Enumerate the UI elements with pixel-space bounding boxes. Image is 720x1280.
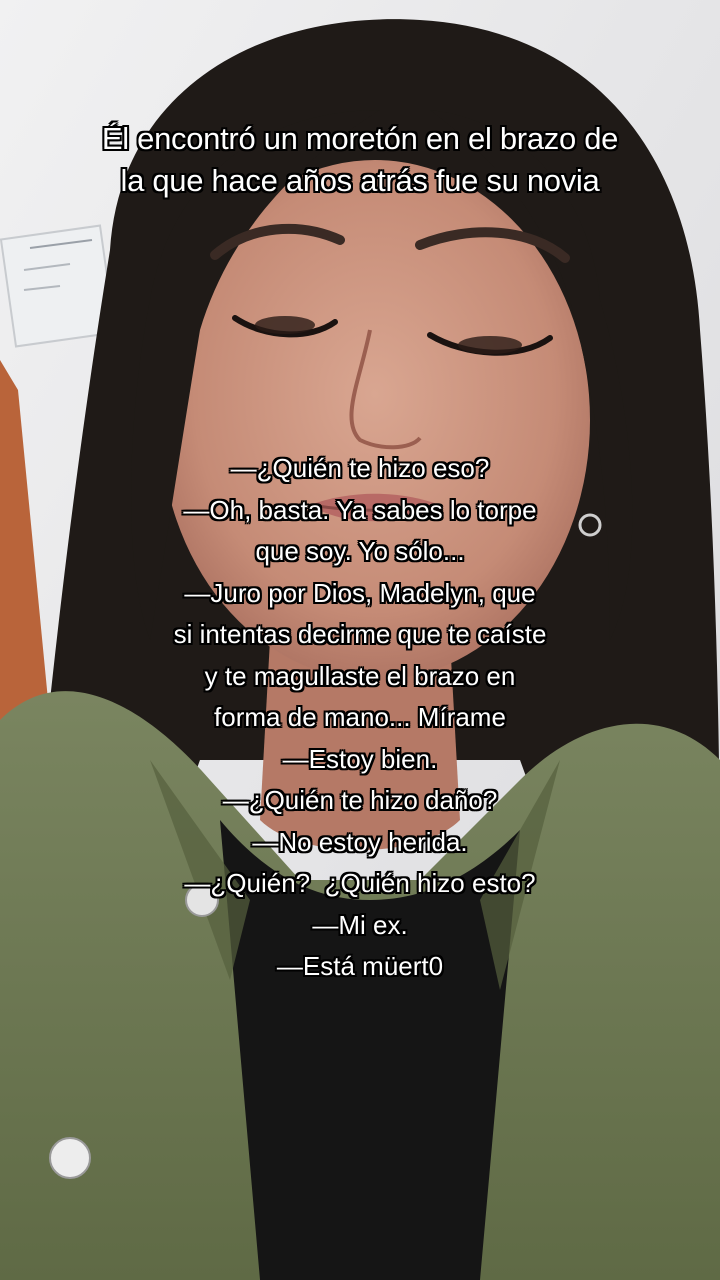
dialogue-line: —Está müert0 — [276, 951, 444, 981]
dialogue-line: que soy. Yo sólo... — [255, 536, 465, 566]
video-frame: Él encontró un moretón en el brazo de la… — [0, 0, 720, 1280]
dialogue-line: —Oh, basta. Ya sabes lo torpe — [183, 494, 537, 525]
dialogue-line: —Mi ex. — [312, 909, 408, 940]
top-caption: Él encontró un moretón en el brazo de la… — [20, 118, 700, 202]
top-caption-line-2: la que hace años atrás fue su novia — [120, 163, 600, 198]
dialogue-line: —No estoy herida. — [252, 826, 468, 857]
dialogue-line: —Estoy bien. — [282, 743, 438, 774]
dialogue-line: forma de mano... Mírame — [214, 702, 506, 732]
dialogue-line: —¿Quién te hizo daño? — [222, 785, 498, 815]
dialogue-caption: —¿Quién te hizo eso? —Oh, basta. Ya sabe… — [60, 448, 660, 988]
dialogue-line: y te magullaste el brazo en — [204, 660, 516, 691]
top-caption-line-1: Él encontró un moretón en el brazo de — [101, 121, 619, 156]
dialogue-line: —¿Quién? ¿Quién hizo esto? — [184, 868, 536, 898]
dialogue-line: —¿Quién te hizo eso? — [230, 453, 490, 483]
dialogue-line: si intentas decirme que te caíste — [173, 619, 547, 649]
dialogue-line: —Juro por Dios, Madelyn, que — [184, 577, 536, 608]
